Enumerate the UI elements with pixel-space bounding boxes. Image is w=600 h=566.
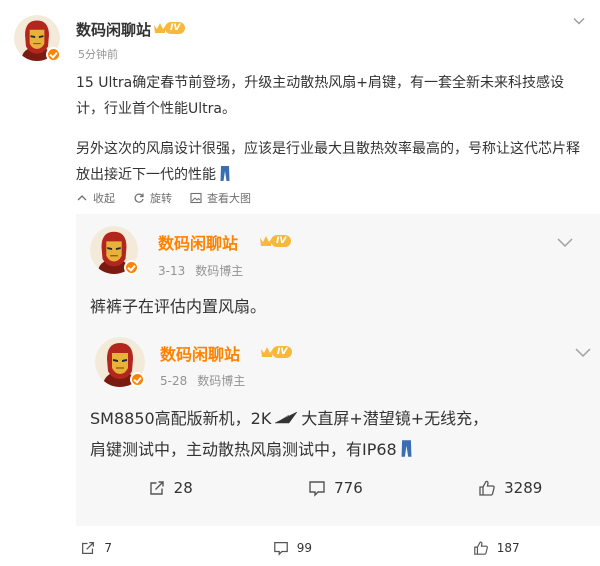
- view-large-button[interactable]: 查看大图: [190, 190, 251, 206]
- level-label: IV: [272, 346, 293, 358]
- chevron-down-icon[interactable]: [574, 343, 592, 361]
- original-repost-count: 28: [173, 479, 193, 497]
- chevron-down-icon[interactable]: [556, 233, 574, 251]
- original-content: SM8850高配版新机，2K 大直屏+潜望镜+无线充， 肩键测试中，主动散热风扇测…: [90, 403, 600, 465]
- rotate-icon: [134, 193, 144, 203]
- repost-count: 7: [104, 541, 112, 555]
- level-badge: IV: [260, 346, 293, 358]
- repost-button[interactable]: 7: [80, 540, 112, 556]
- original-meta: 5-28 数码博主: [160, 372, 245, 389]
- jeans-icon: [401, 440, 412, 457]
- original-repost-button[interactable]: 28: [148, 479, 193, 497]
- post-text-line: 放出接近下一代的性能: [76, 167, 216, 183]
- collapse-label: 收起: [93, 192, 115, 205]
- original-date[interactable]: 5-28: [160, 374, 187, 388]
- original-source: 数码博主: [197, 374, 246, 388]
- original-weibo[interactable]: 数码闲聊站 IV 5-28 数码博主 SM8850高配版新机，2K 大直屏+潜望镜+…: [90, 327, 600, 526]
- verified-badge-icon: [124, 260, 139, 275]
- post-text-line: 计，行业首个性能Ultra。: [76, 101, 236, 117]
- comment-count: 99: [296, 541, 312, 555]
- comment-button[interactable]: 99: [273, 540, 312, 556]
- original-text-part: 肩键测试中，主动散热风扇测试中，有IP68: [90, 440, 397, 459]
- level-badge: IV: [259, 235, 292, 247]
- rotate-button[interactable]: 旋转: [133, 190, 172, 206]
- collapse-icon: [77, 195, 87, 201]
- like-button[interactable]: 187: [473, 540, 520, 556]
- plane-icon: [275, 412, 298, 424]
- like-count: 187: [496, 541, 520, 555]
- original-text-part: 大直屏+潜望镜+无线充，: [301, 409, 489, 428]
- post-text-line: 15 Ultra确定春节前登场，升级主动散热风扇+肩键，有一套全新未来科技感设: [76, 75, 564, 91]
- thumbs-up-icon: [479, 480, 495, 496]
- original-like-button[interactable]: 3289: [478, 479, 542, 497]
- level-label: IV: [165, 22, 186, 34]
- original-text-part: SM8850高配版新机，2K: [90, 409, 272, 428]
- repost-meta: 3-13 数码博主: [158, 262, 243, 279]
- verified-badge-icon: [46, 47, 61, 62]
- repost-text: 裤裤子在评估内置风扇。: [90, 297, 267, 316]
- comment-icon: [273, 542, 288, 556]
- repost-author-name[interactable]: 数码闲聊站: [158, 230, 238, 254]
- thumbs-up-icon: [473, 541, 488, 555]
- view-large-label: 查看大图: [207, 192, 251, 205]
- level-badge: IV: [153, 22, 186, 34]
- verified-badge-icon: [130, 372, 145, 387]
- image-icon: [190, 192, 202, 204]
- collapse-button[interactable]: 收起: [76, 190, 115, 206]
- post-action-bar: 7 99 187: [0, 530, 600, 566]
- comment-icon: [309, 481, 325, 497]
- post-time[interactable]: 5分钟前: [78, 46, 118, 62]
- original-comment-count: 776: [334, 479, 363, 497]
- repost-date[interactable]: 3-13: [158, 264, 185, 278]
- level-label: IV: [271, 235, 292, 247]
- original-actions: 28 776 3289: [90, 479, 600, 497]
- author-name[interactable]: 数码闲聊站: [76, 19, 151, 40]
- jeans-icon: [220, 166, 230, 181]
- post-content: 15 Ultra确定春节前登场，升级主动散热风扇+肩键，有一套全新未来科技感设 …: [76, 70, 594, 188]
- repost-icon: [149, 481, 164, 495]
- original-like-count: 3289: [504, 479, 543, 497]
- repost-source: 数码博主: [195, 264, 244, 278]
- post-toolbar: 收起 旋转 查看大图: [76, 190, 251, 206]
- original-comment-button[interactable]: 776: [308, 479, 363, 497]
- chevron-down-icon[interactable]: [572, 14, 586, 28]
- repost-icon: [82, 542, 95, 554]
- post-text-line: 另外这次的风扇设计很强，应该是行业最大且散热效率最高的，号称让这代芯片释: [76, 141, 580, 157]
- original-author-name[interactable]: 数码闲聊站: [160, 341, 240, 365]
- reposted-weibo[interactable]: 数码闲聊站 IV 3-13 数码博主 裤裤子在评估内置风扇。 数码闲聊站 IV 5…: [76, 214, 600, 526]
- rotate-label: 旋转: [150, 192, 172, 205]
- weibo-post: 数码闲聊站 IV 5分钟前 15 Ultra确定春节前登场，升级主动散热风扇+肩…: [0, 0, 600, 183]
